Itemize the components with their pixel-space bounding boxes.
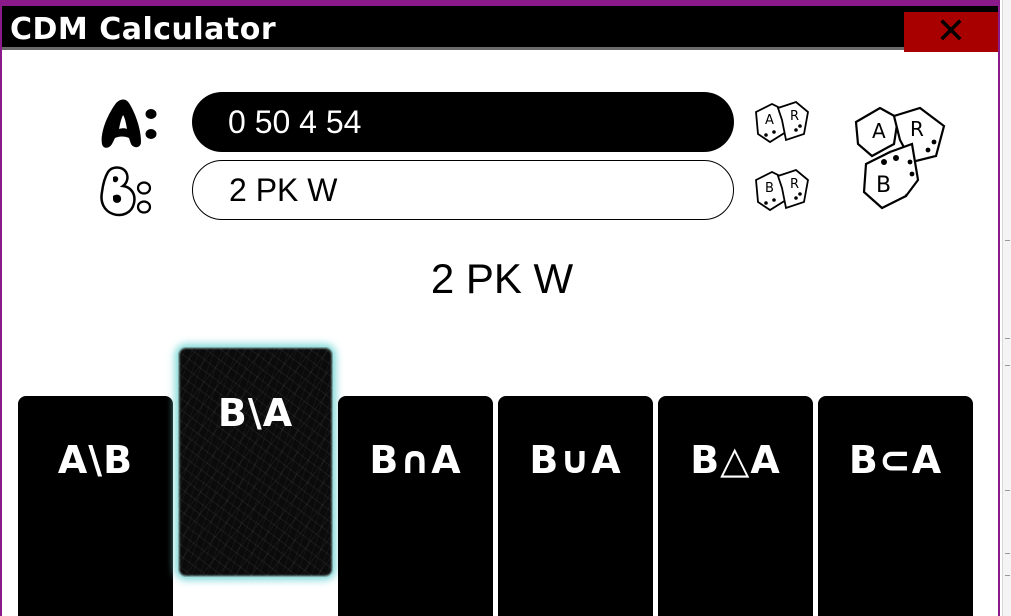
set-a-input[interactable]: 0 50 4 54 — [192, 92, 734, 152]
window-title: CDM Calculator — [10, 12, 277, 47]
result-display: 2 PK W — [430, 255, 574, 302]
op-union-button[interactable]: B∪A — [498, 396, 653, 616]
op-label: A\B — [57, 438, 134, 482]
set-b-input[interactable]: 2 PK W — [192, 160, 734, 220]
set-b-value: 2 PK W — [229, 171, 338, 208]
die-face-letter: R — [790, 109, 799, 124]
bubble-letter-a-icon — [101, 99, 157, 148]
calculator-window: CDM Calculator ✕ 0 50 4 54 2 PK W A R B … — [0, 0, 1000, 616]
op-label: B\A — [217, 391, 294, 435]
op-subset-button[interactable]: B⊂A — [818, 396, 973, 616]
set-a-value: 0 50 4 54 — [228, 103, 362, 140]
op-symmetric-difference-button[interactable]: B△A — [658, 396, 813, 616]
op-label: B△A — [690, 438, 781, 482]
die-face-letter: B — [876, 173, 891, 198]
op-b-minus-a-button[interactable]: B\A — [178, 347, 333, 577]
die-face-letter: A — [765, 113, 774, 128]
randomize-a-dice-icon[interactable]: A R — [752, 98, 810, 148]
die-face-letter: R — [910, 117, 924, 141]
die-face-letter: R — [790, 177, 799, 192]
op-label: B⊂A — [848, 438, 943, 482]
randomize-all-dice-icon[interactable]: A R B — [850, 100, 950, 212]
background-text-fragment — [1005, 575, 1010, 584]
background-text-fragment — [1005, 240, 1010, 249]
close-icon: ✕ — [935, 11, 967, 52]
op-label: B∩A — [369, 438, 462, 482]
bubble-letter-b-icon — [100, 166, 152, 217]
title-bar[interactable]: CDM Calculator ✕ — [2, 6, 998, 52]
randomize-b-dice-icon[interactable]: B R — [752, 166, 810, 216]
op-label: B∪A — [529, 438, 622, 482]
op-intersection-button[interactable]: B∩A — [338, 396, 493, 616]
background-app-edge — [1002, 0, 1011, 616]
op-a-minus-b-button[interactable]: A\B — [18, 396, 173, 616]
die-face-letter: B — [765, 181, 774, 196]
background-text-fragment — [1005, 338, 1010, 347]
background-text-fragment — [1005, 490, 1010, 499]
background-text-fragment — [1005, 553, 1010, 562]
background-text-fragment — [1005, 365, 1010, 374]
close-button[interactable]: ✕ — [904, 12, 998, 52]
die-face-letter: A — [872, 119, 886, 143]
